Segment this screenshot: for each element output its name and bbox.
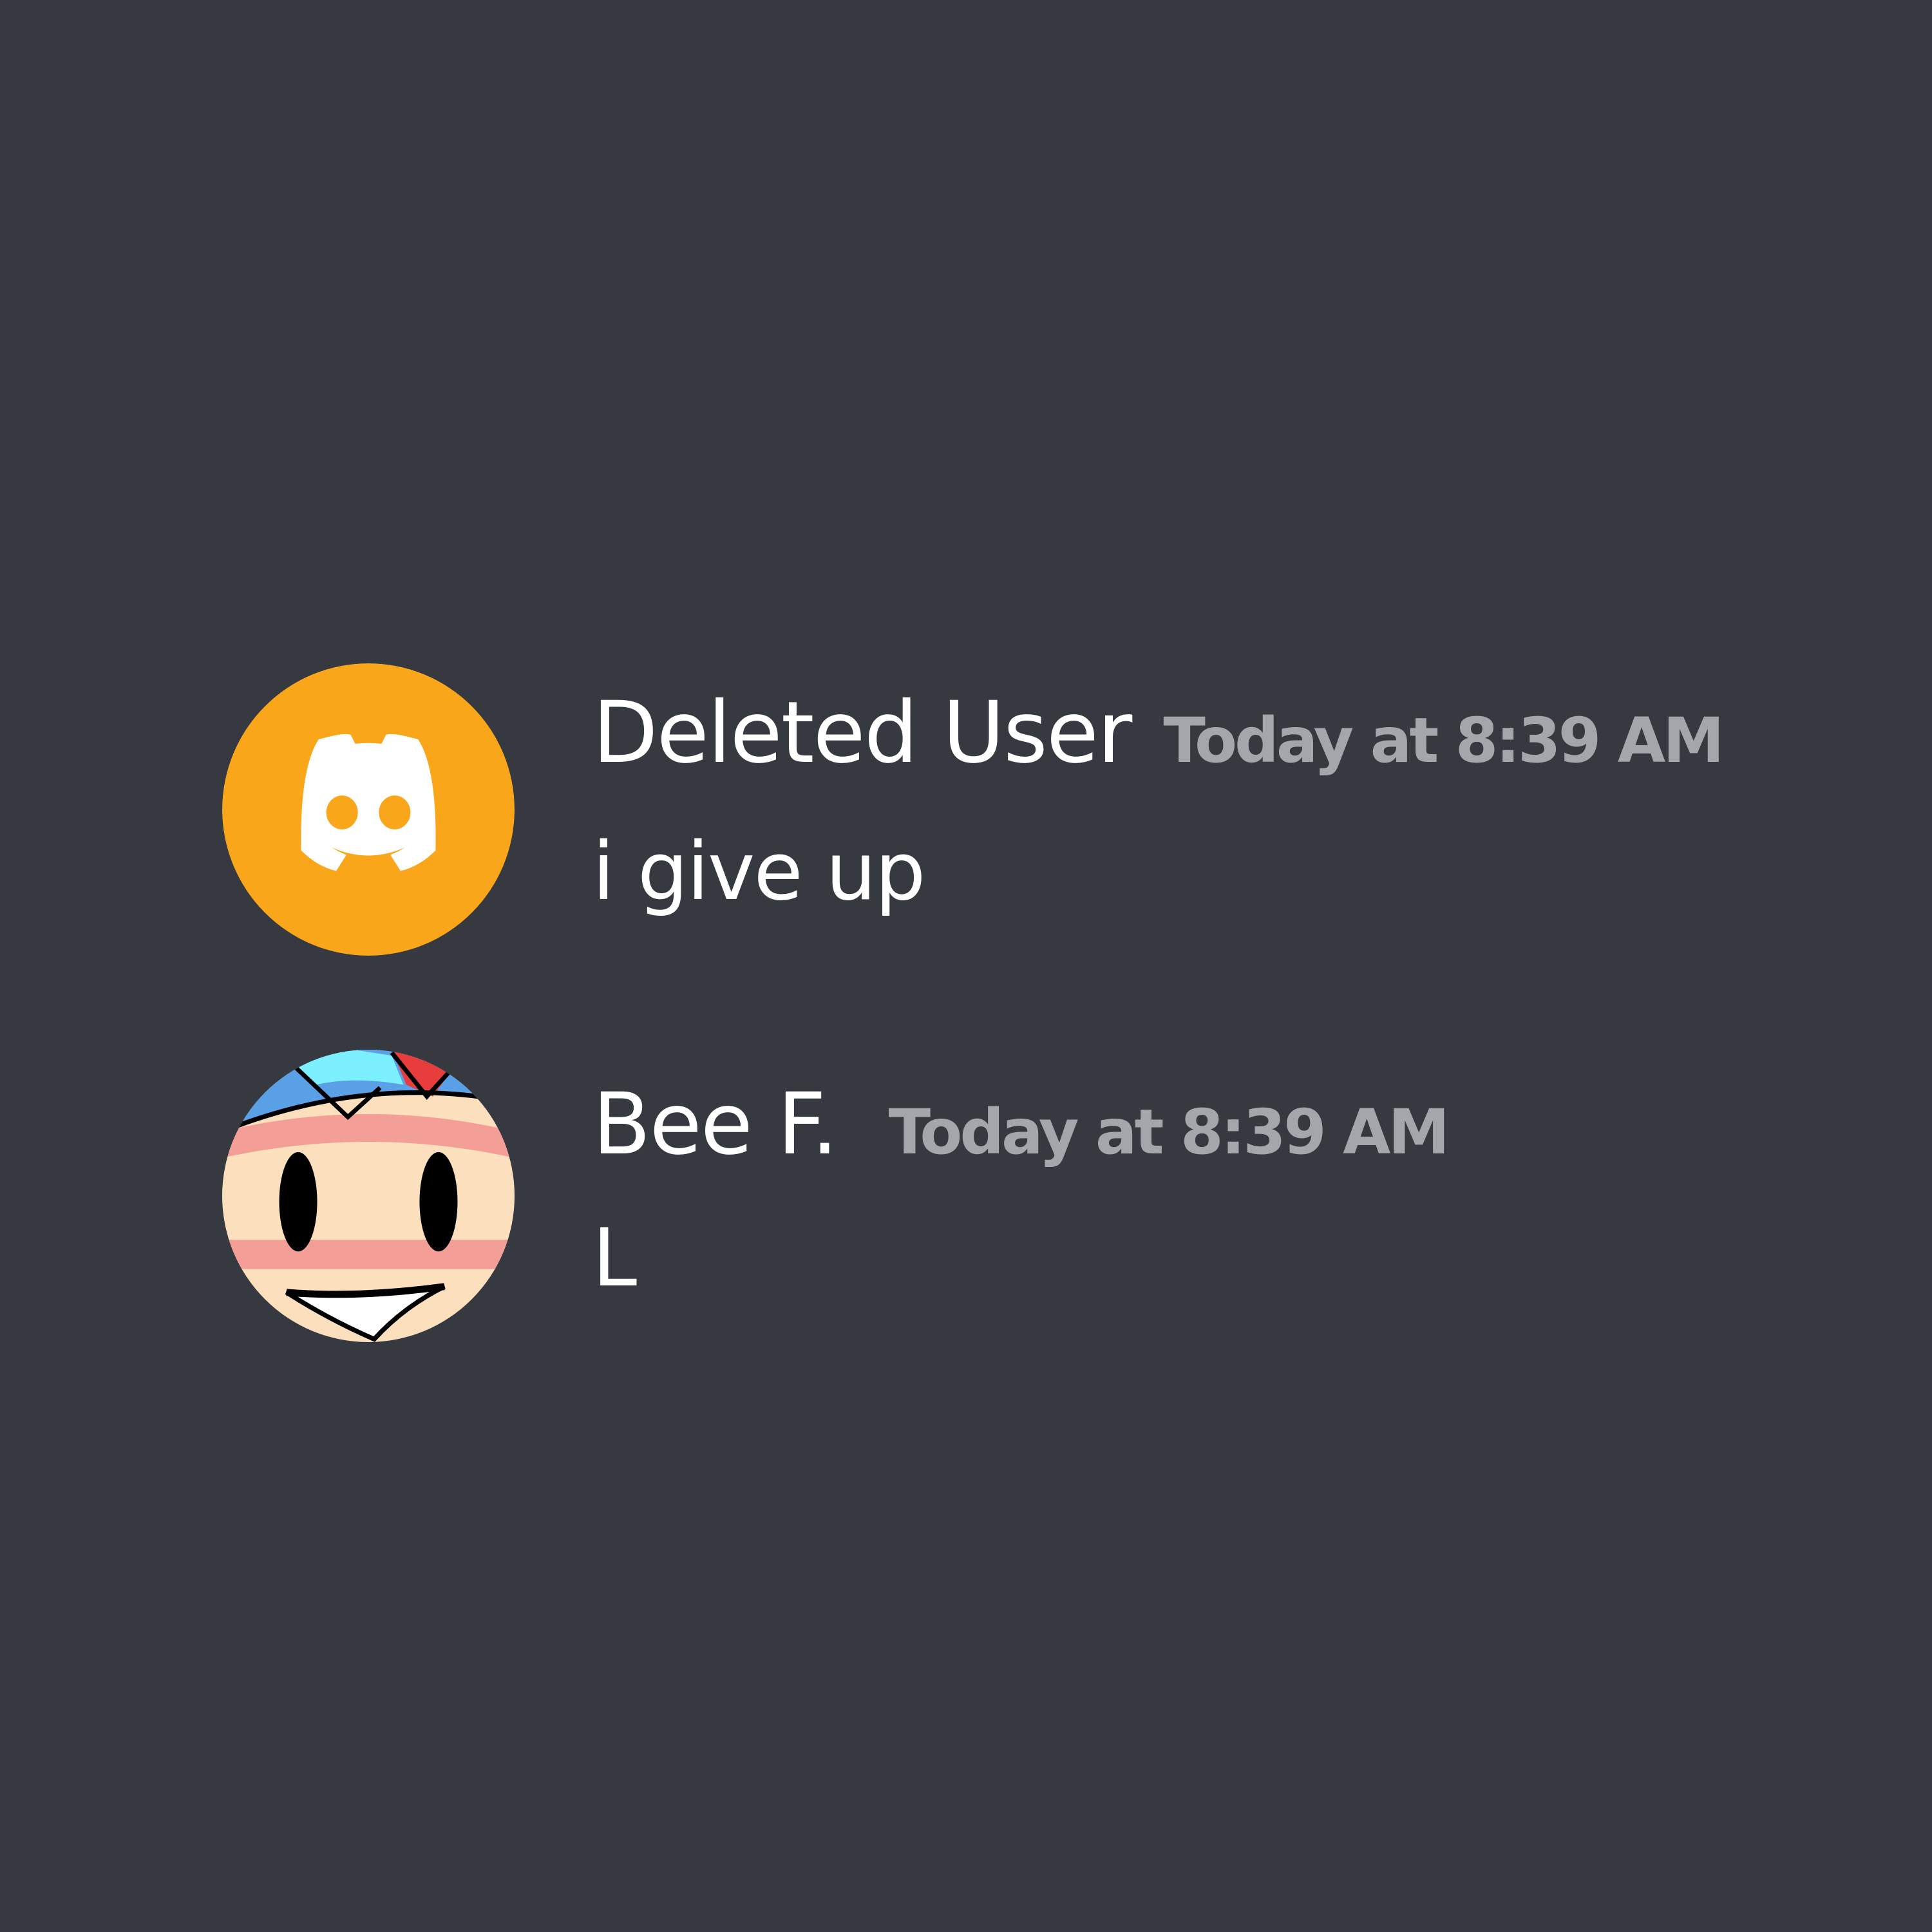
message-header: Bee F. Today at 8:39 AM xyxy=(592,1082,1450,1168)
avatar[interactable] xyxy=(222,663,515,956)
username[interactable]: Bee F. xyxy=(592,1075,838,1174)
chat-message-list: Deleted UserToday at 8:39 AM i give up xyxy=(0,0,1932,1932)
timestamp: Today at 8:39 AM xyxy=(888,1096,1450,1168)
message-header: Deleted User Today at 8:39 AM xyxy=(592,690,1725,777)
message-item: Bee F. Today at 8:39 AM L xyxy=(0,1050,1932,1346)
avatar[interactable] xyxy=(222,1050,515,1342)
cartoon-face-icon xyxy=(222,1050,515,1342)
message-item: Deleted User Today at 8:39 AM i give up xyxy=(0,663,1932,960)
timestamp: Today at 8:39 AM xyxy=(1163,705,1724,777)
discord-logo-icon xyxy=(222,663,515,956)
message-content: L xyxy=(592,1212,637,1305)
username[interactable]: Deleted User xyxy=(592,683,1132,782)
message-content: i give up xyxy=(592,826,925,918)
